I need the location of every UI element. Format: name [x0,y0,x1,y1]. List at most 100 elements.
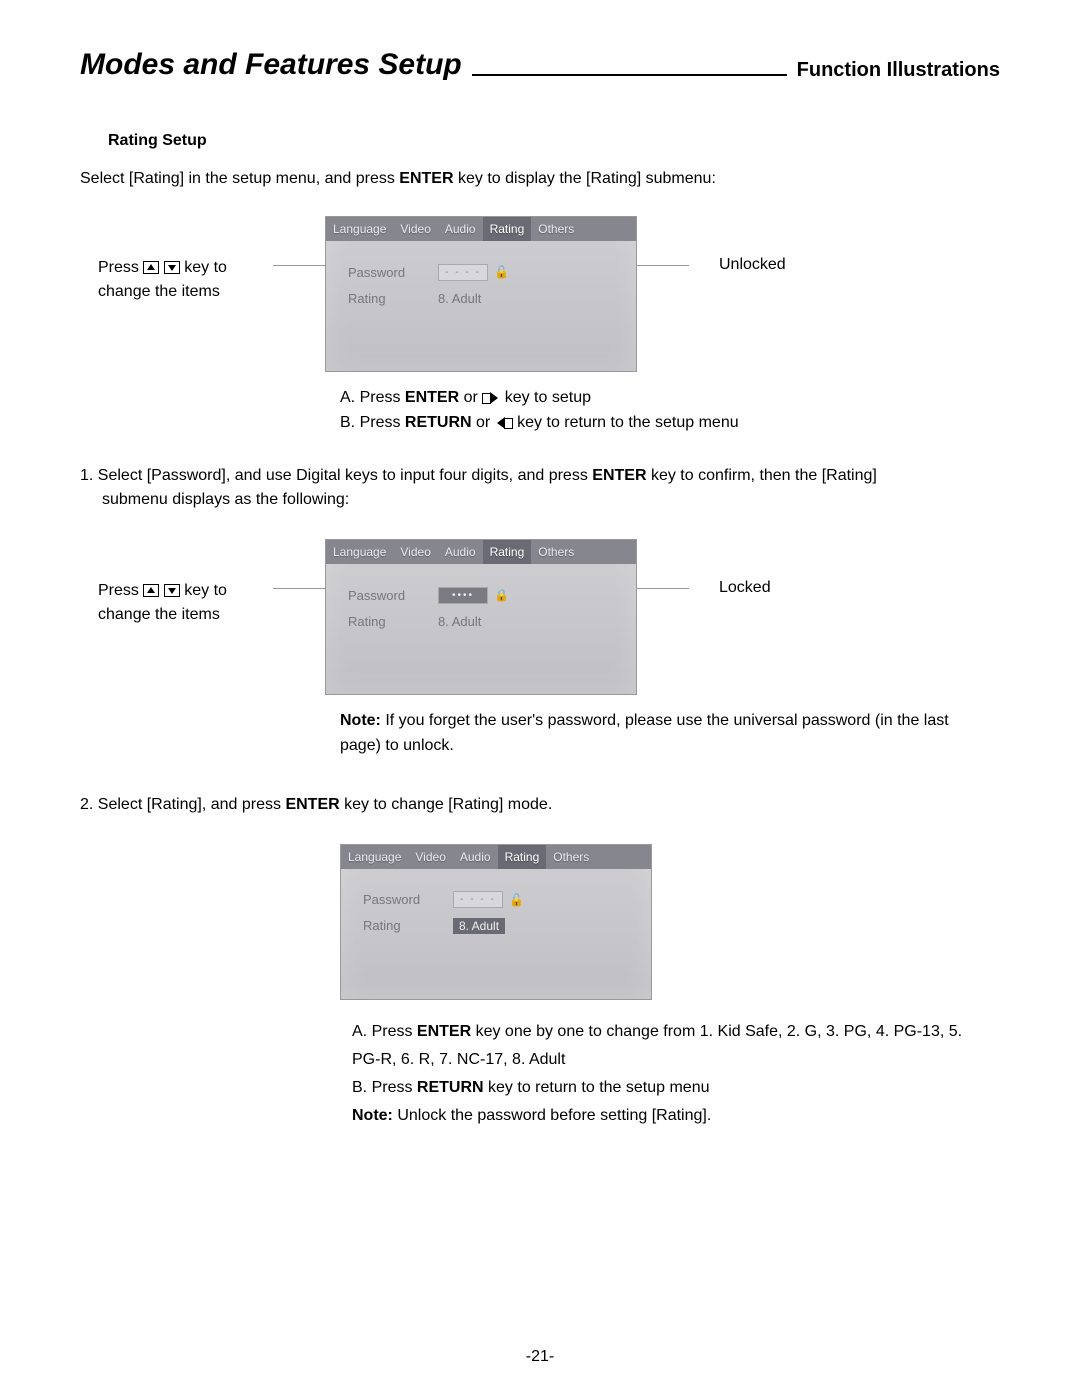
osd-tab-language: Language [326,217,393,241]
unlock-icon: 🔓 [494,265,509,279]
osd-password-field: - - - - [438,264,488,281]
u1-a-post: key to setup [500,389,591,406]
osd-tab-language: Language [341,845,408,869]
osd-password-field: - - - - [453,891,503,908]
up-arrow-icon [143,584,159,597]
leader-line [637,588,689,589]
right-arrow-icon [482,392,500,404]
intro-text-a: Select [Rating] in the setup menu, and p… [80,170,399,187]
osd-tab-video: Video [393,217,437,241]
step1-a: Select [Password], and use Digital keys … [98,467,592,484]
osd-row-password: Password - - - - 🔓 [363,887,637,913]
u1-b-post: key to return to the setup menu [513,414,739,431]
step2-b: key to change [Rating] mode. [340,796,553,813]
osd-tabs: Language Video Audio Rating Others [326,540,636,564]
leader-line [273,588,325,589]
intro-paragraph: Select [Rating] in the setup menu, and p… [80,170,1000,188]
u1-b-mid: or [472,414,495,431]
u1-a-pre: A. Press [340,389,405,406]
osd-tab-video: Video [408,845,452,869]
note1-bold: Note: [340,712,381,729]
figure-row-1: Press key to change the items Language V… [80,216,1000,372]
unlock-icon: 🔓 [509,893,524,907]
note-block-1: Note: If you forget the user's password,… [340,709,1000,759]
step-2: 2. Select [Rating], and press ENTER key … [80,793,1000,818]
osd-tab-others: Others [546,845,596,869]
u1-b-bold: RETURN [405,414,472,431]
under-figure-3: A. Press ENTER key one by one to change … [352,1018,1000,1130]
osd-rating-label: Rating [348,614,438,629]
up-arrow-icon [143,261,159,274]
page-number: -21- [0,1348,1080,1366]
intro-text-b: key to display the [Rating] submenu: [454,170,716,187]
osd-password-label: Password [348,265,438,280]
status-locked: Locked [689,539,771,597]
osd-tab-rating: Rating [483,217,532,241]
u3-b-bold: RETURN [417,1079,484,1096]
osd-screenshot-3: Language Video Audio Rating Others Passw… [340,844,652,1000]
step1-c: submenu displays as the following: [102,491,349,508]
note1-text: If you forget the user's password, pleas… [340,712,949,754]
side-note-line2: change the items [98,283,220,300]
osd-rating-value: 8. Adult [438,614,481,629]
u1-a-bold: ENTER [405,389,459,406]
sub-title: Function Illustrations [797,59,1000,82]
figure-row-3: Language Video Audio Rating Others Passw… [340,844,1000,1000]
side-note-1: Press key to change the items [80,216,273,304]
intro-enter: ENTER [399,170,453,187]
osd-tab-audio: Audio [438,217,483,241]
osd-tab-others: Others [531,217,581,241]
osd-tab-video: Video [393,540,437,564]
u3-note-text: Unlock the password before setting [Rati… [393,1107,711,1124]
left-arrow-icon [495,417,513,429]
u1-a-mid: or [459,389,482,406]
osd-tabs: Language Video Audio Rating Others [326,217,636,241]
leader-line [273,265,325,266]
osd-rating-value: 8. Adult [438,291,481,306]
step2-bold: ENTER [285,796,339,813]
step1-bold: ENTER [592,467,646,484]
under-figure-1: A. Press ENTER or key to setup B. Press … [340,386,1000,436]
osd-tab-rating: Rating [483,540,532,564]
lock-icon: 🔒 [494,588,509,602]
status-unlocked: Unlocked [689,216,786,274]
osd-tab-audio: Audio [453,845,498,869]
leader-line [637,265,689,266]
header-rule [472,74,787,76]
step-1: 1. Select [Password], and use Digital ke… [80,464,1000,514]
side-note-line2: change the items [98,606,220,623]
main-title: Modes and Features Setup [80,48,462,82]
side-note-text-a: Press [98,582,143,599]
osd-tab-rating: Rating [498,845,547,869]
osd-tabs: Language Video Audio Rating Others [341,845,651,869]
osd-tab-language: Language [326,540,393,564]
side-note-text-a: Press [98,259,143,276]
step2-a: Select [Rating], and press [98,796,286,813]
u3-note-bold: Note: [352,1107,393,1124]
page-header: Modes and Features Setup Function Illust… [80,48,1000,82]
osd-row-rating: Rating 8. Adult [348,285,622,311]
osd-password-field-filled: •••• [438,587,488,604]
u3-a-pre: A. Press [352,1023,417,1040]
u3-b-post: key to return to the setup menu [484,1079,710,1096]
osd-row-rating: Rating 8. Adult [348,608,622,634]
side-note-2: Press key to change the items [80,539,273,627]
u3-a-bold: ENTER [417,1023,471,1040]
down-arrow-icon [164,584,180,597]
section-label: Rating Setup [108,132,1000,150]
osd-screenshot-2: Language Video Audio Rating Others Passw… [325,539,637,695]
osd-screenshot-1: Language Video Audio Rating Others Passw… [325,216,637,372]
u3-b-pre: B. Press [352,1079,417,1096]
osd-row-password: Password - - - - 🔓 [348,259,622,285]
u1-b-pre: B. Press [340,414,405,431]
step2-num: 2. [80,796,98,813]
osd-rating-label: Rating [363,918,453,933]
osd-tab-others: Others [531,540,581,564]
osd-password-label: Password [363,892,453,907]
osd-row-password: Password •••• 🔒 [348,582,622,608]
osd-password-label: Password [348,588,438,603]
osd-rating-label: Rating [348,291,438,306]
osd-tab-audio: Audio [438,540,483,564]
step1-b: key to confirm, then the [Rating] [647,467,877,484]
step1-num: 1. [80,467,98,484]
